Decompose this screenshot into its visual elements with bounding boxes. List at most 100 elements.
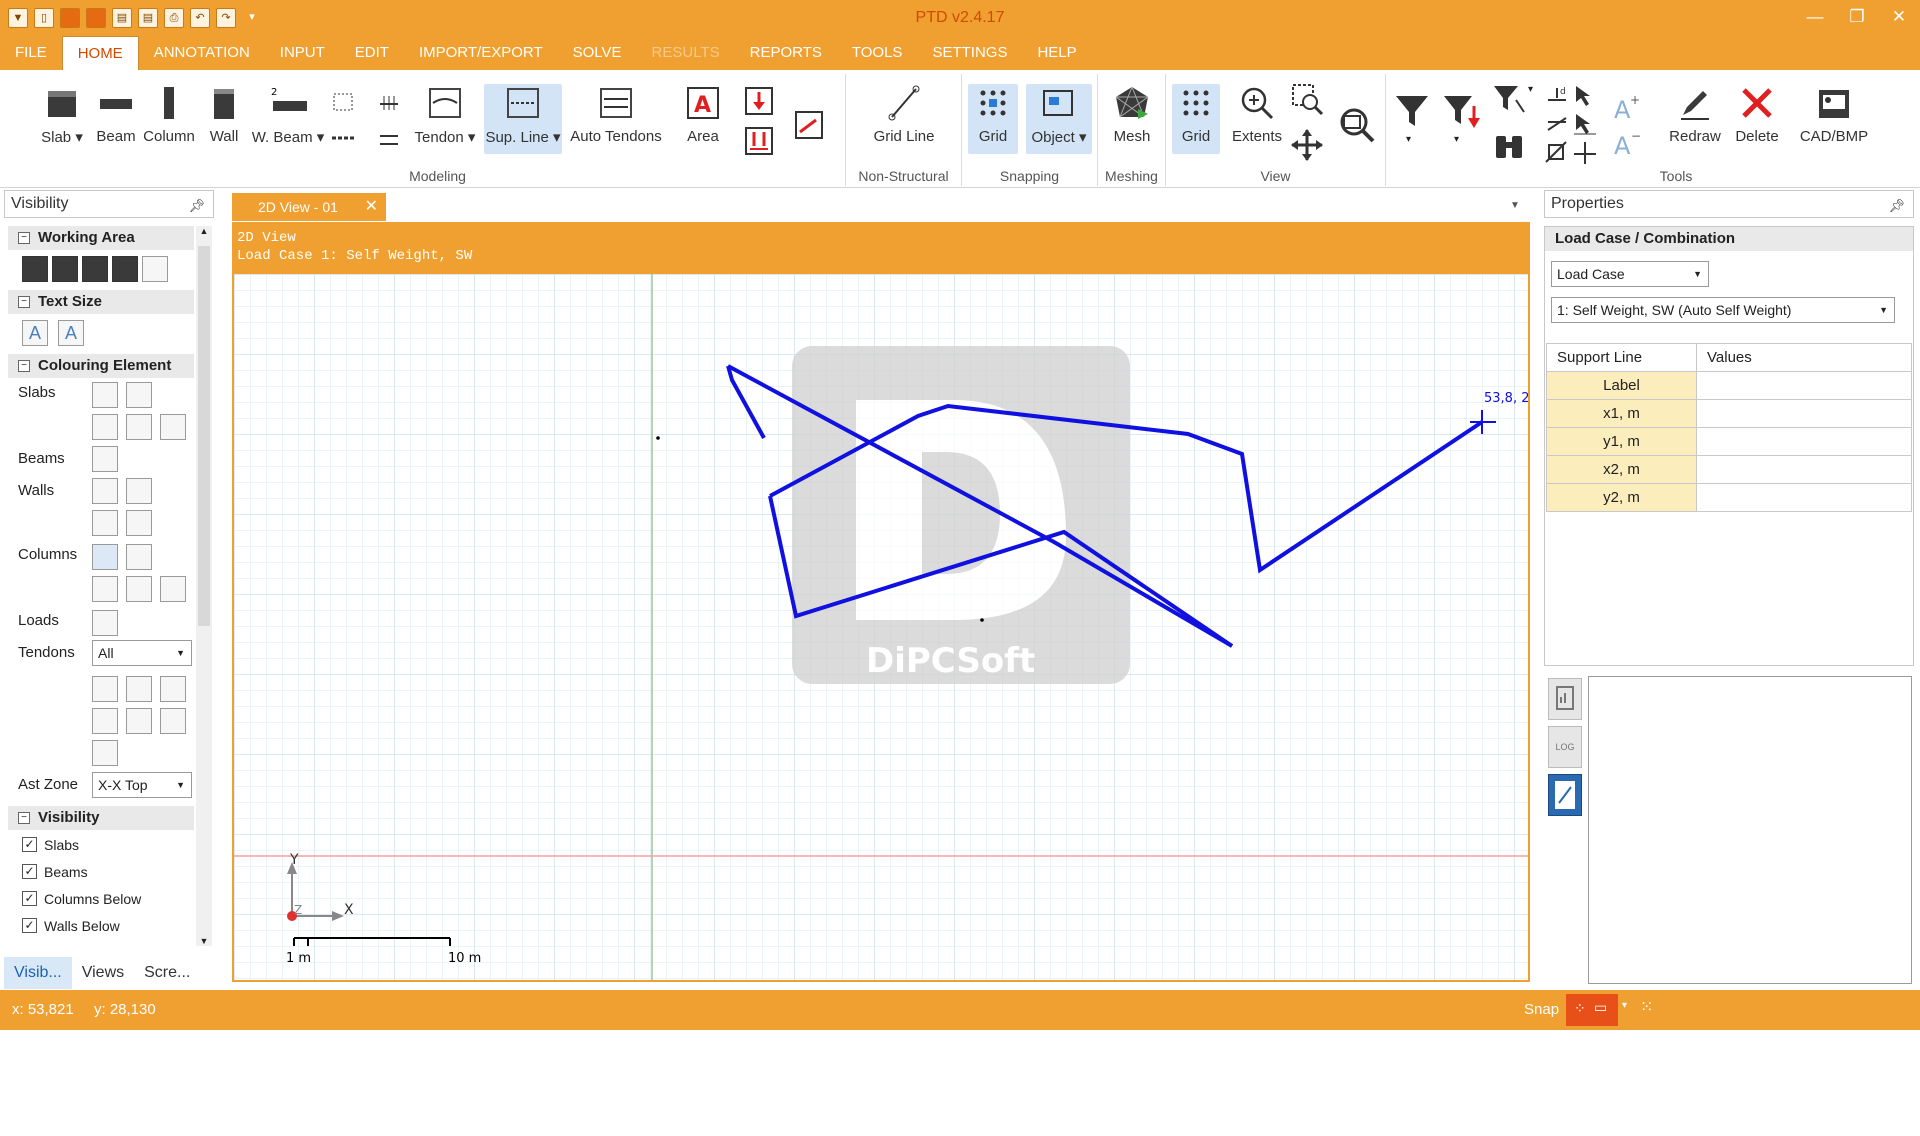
save-icon[interactable]: ▤ <box>112 8 132 28</box>
column-colour-icon-3[interactable] <box>92 576 118 602</box>
extents-button[interactable]: Extents <box>1226 84 1288 145</box>
slab-button[interactable]: Slab ▾ <box>38 84 86 146</box>
zoom-object-icon[interactable] <box>1336 104 1376 144</box>
area-button[interactable]: A Area <box>678 84 728 145</box>
scroll-up-icon[interactable]: ▲ <box>196 226 212 236</box>
grid-line-button[interactable]: Grid Line <box>860 84 948 145</box>
pan-icon[interactable] <box>1290 128 1324 162</box>
slab-colour-icon-1[interactable] <box>92 382 118 408</box>
grid-dots-icon[interactable] <box>22 256 48 282</box>
filter-icon[interactable] <box>1394 92 1430 132</box>
property-value[interactable] <box>1696 399 1912 428</box>
delete-button[interactable]: Delete <box>1732 84 1782 145</box>
line-load-icon[interactable] <box>744 126 774 156</box>
property-value[interactable] <box>1696 455 1912 484</box>
pin-icon[interactable]: 📌︎ <box>188 193 205 219</box>
property-value[interactable] <box>1696 371 1912 400</box>
undo-icon[interactable]: ↶ <box>190 8 210 28</box>
menu-results[interactable]: RESULTS <box>637 36 735 70</box>
offset-icon[interactable] <box>1544 140 1570 166</box>
trim-icon[interactable] <box>1544 112 1570 138</box>
minimize-button[interactable]: — <box>1794 0 1836 36</box>
tendon-colour-icon-3[interactable] <box>160 676 186 702</box>
visibility-scrollbar[interactable]: ▲ ▼ <box>196 226 212 946</box>
layers-icon[interactable] <box>52 256 78 282</box>
filter-down-icon[interactable] <box>1442 92 1482 132</box>
tendon-profile-icon[interactable] <box>376 90 402 116</box>
wall-colour-icon-2[interactable] <box>126 478 152 504</box>
filter-select-dropdown-icon[interactable]: ▾ <box>1528 84 1533 95</box>
tab-views[interactable]: Views <box>72 957 134 989</box>
dashed-line-icon[interactable] <box>330 126 356 152</box>
menu-help[interactable]: HELP <box>1022 36 1091 70</box>
drawing-canvas[interactable]: DiPCSoft 53,8, 28 Y X Z 1 m <box>232 274 1530 982</box>
menu-settings[interactable]: SETTINGS <box>917 36 1022 70</box>
open-recent-icon[interactable] <box>86 8 106 28</box>
load-type-dropdown[interactable]: Load Case ▼ <box>1551 261 1709 287</box>
tab-visibility[interactable]: Visib... <box>4 957 72 989</box>
drawing-svg[interactable]: DiPCSoft 53,8, 28 Y X Z 1 m <box>234 274 1528 980</box>
text-smaller-icon[interactable]: A <box>58 320 84 346</box>
scroll-thumb[interactable] <box>198 246 210 626</box>
menu-edit[interactable]: EDIT <box>340 36 404 70</box>
load-transfer-icon[interactable] <box>794 110 824 140</box>
close-button[interactable]: ✕ <box>1878 0 1920 36</box>
check-walls-below[interactable]: ✓ Walls Below <box>22 917 120 935</box>
sup-line-button[interactable]: Sup. Line ▾ <box>484 84 562 154</box>
filter-down-dropdown-icon[interactable]: ▾ <box>1454 134 1459 145</box>
wbeam-button[interactable]: 2 W. Beam ▾ <box>250 84 326 146</box>
output-panel[interactable] <box>1588 676 1912 984</box>
section-visibility[interactable]: − Visibility <box>8 806 194 830</box>
snap-dropdown-icon[interactable]: ▾ <box>1622 1000 1627 1011</box>
property-value[interactable] <box>1696 483 1912 512</box>
filter-select-icon[interactable] <box>1492 82 1526 116</box>
save-as-icon[interactable]: ▤ <box>138 8 158 28</box>
menu-input[interactable]: INPUT <box>265 36 340 70</box>
check-slabs[interactable]: ✓ Slabs <box>22 836 79 854</box>
log-icon[interactable]: LOG <box>1548 726 1582 768</box>
tendon-button[interactable]: Tendon ▾ <box>414 84 476 146</box>
snap-settings-icon[interactable]: ⁙ <box>1640 997 1653 1017</box>
tab-list-dropdown-icon[interactable]: ▼ <box>1510 200 1520 211</box>
redo-icon[interactable]: ↷ <box>216 8 236 28</box>
property-value[interactable] <box>1696 427 1912 456</box>
menu-import-export[interactable]: IMPORT/EXPORT <box>404 36 558 70</box>
cad-bmp-button[interactable]: CAD/BMP <box>1792 84 1876 145</box>
tendons-dropdown[interactable]: All ▼ <box>92 640 192 666</box>
section-colouring-element[interactable]: − Colouring Element <box>8 354 194 378</box>
tendon-colour-icon-1[interactable] <box>92 676 118 702</box>
tendon-colour-icon-4[interactable] <box>92 708 118 734</box>
beam-colour-icon[interactable] <box>92 446 118 472</box>
column-button[interactable]: Column <box>140 84 198 145</box>
point-load-icon[interactable] <box>744 86 774 116</box>
extend-icon[interactable] <box>1572 112 1598 138</box>
print-icon[interactable]: ⎙ <box>164 8 184 28</box>
slab-colour-icon-5[interactable] <box>160 414 186 440</box>
tendon-colour-icon-7[interactable] <box>92 740 118 766</box>
customize-dropdown-icon[interactable]: ▾ <box>242 8 262 28</box>
snap-active-toggle[interactable]: ⁘ ▭ <box>1566 994 1618 1026</box>
restore-button[interactable]: ❐ <box>1836 0 1878 36</box>
tendon-colour-icon-5[interactable] <box>126 708 152 734</box>
pointer-arrow-icon[interactable] <box>1572 84 1598 110</box>
column-colour-icon-4[interactable] <box>126 576 152 602</box>
wall-colour-icon-3[interactable] <box>92 510 118 536</box>
pin-icon[interactable]: 📌︎ <box>1888 193 1905 219</box>
menu-annotation[interactable]: ANNOTATION <box>139 36 265 70</box>
filter-dropdown-icon[interactable]: ▾ <box>1406 134 1411 145</box>
zoom-target-icon[interactable] <box>142 256 168 282</box>
column-colour-icon-2[interactable] <box>126 544 152 570</box>
binoculars-icon[interactable] <box>1492 128 1526 162</box>
wall-button[interactable]: Wall <box>202 84 246 145</box>
section-text-size[interactable]: − Text Size <box>8 290 194 314</box>
text-increase-icon[interactable]: A + <box>1612 92 1642 124</box>
redraw-button[interactable]: Redraw <box>1664 84 1726 145</box>
wall-colour-icon-1[interactable] <box>92 478 118 504</box>
ast-zone-dropdown[interactable]: X-X Top ▼ <box>92 772 192 798</box>
menu-reports[interactable]: REPORTS <box>735 36 837 70</box>
text-decrease-icon[interactable]: A − <box>1612 128 1642 160</box>
app-logo-icon[interactable]: ▼ <box>8 8 28 28</box>
mesh-view-icon[interactable] <box>112 256 138 282</box>
tendon-colour-icon-2[interactable] <box>126 676 152 702</box>
view-grid-button[interactable]: Grid <box>1172 84 1220 154</box>
